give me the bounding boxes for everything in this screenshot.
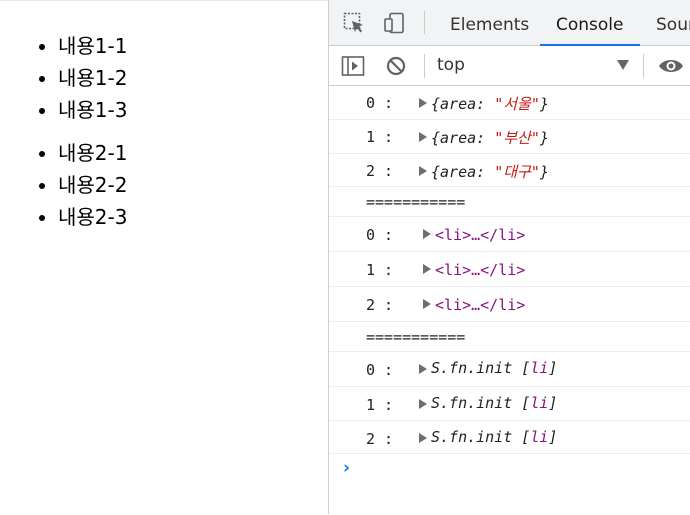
chevron-down-icon[interactable] [617,60,629,70]
jquery-object-preview[interactable]: S.fn.init [li] [431,394,557,412]
index-label: 2 : [366,162,394,180]
list-1: 내용1-1 내용1-2 내용1-3 [0,30,328,126]
console-row: =========== [329,322,690,352]
element-preview[interactable]: <li>…</li> [435,226,525,244]
console-row[interactable]: 0 : <li>…</li> [329,217,690,252]
expand-triangle-icon[interactable] [423,264,431,274]
index-label: 0 : [366,361,394,379]
devtools-tabbar: Elements Console Sour [329,0,690,46]
object-preview[interactable]: {area: "서울"} [431,93,549,114]
list-item: 내용2-2 [58,169,328,201]
console-toolbar: top [329,46,690,86]
inspect-element-icon[interactable] [343,12,365,34]
console-row[interactable]: 0 : {area: "서울"} [329,86,690,120]
console-row[interactable]: 2 : <li>…</li> [329,287,690,322]
tab-sources[interactable]: Sour [656,0,690,45]
tab-elements[interactable]: Elements [450,0,529,45]
console-prompt-icon: › [343,458,351,478]
toolbar-divider [424,11,425,34]
expand-triangle-icon[interactable] [419,364,427,374]
separator-text: =========== [366,193,466,211]
jquery-object-preview[interactable]: S.fn.init [li] [431,428,557,446]
toolbar-divider [424,54,425,78]
element-preview[interactable]: <li>…</li> [435,261,525,279]
console-output: 0 : {area: "서울"} 1 : {area: "부산"} 2 : {a… [329,86,690,484]
expand-triangle-icon[interactable] [419,132,427,142]
jquery-object-preview[interactable]: S.fn.init [li] [431,359,557,377]
console-row[interactable]: 0 : S.fn.init [li] [329,352,690,387]
web-page-viewport: 내용1-1 내용1-2 내용1-3 내용2-1 내용2-2 내용2-3 [0,0,328,515]
console-input-line[interactable]: › [329,454,690,484]
console-row[interactable]: 1 : {area: "부산"} [329,120,690,154]
list-item: 내용2-3 [58,201,328,233]
element-preview[interactable]: <li>…</li> [435,296,525,314]
device-toolbar-icon[interactable] [383,12,405,34]
list-item: 내용2-1 [58,137,328,169]
object-preview[interactable]: {area: "대구"} [431,161,549,182]
expand-triangle-icon[interactable] [419,433,427,443]
list-item: 내용1-2 [58,62,328,94]
object-preview[interactable]: {area: "부산"} [431,127,549,148]
index-label: 1 : [366,128,394,146]
list-2: 내용2-1 내용2-2 내용2-3 [0,137,328,233]
expand-triangle-icon[interactable] [419,166,427,176]
console-row: =========== [329,187,690,217]
console-row[interactable]: 1 : S.fn.init [li] [329,387,690,421]
expand-triangle-icon[interactable] [423,229,431,239]
expand-triangle-icon[interactable] [423,299,431,309]
console-row[interactable]: 2 : S.fn.init [li] [329,421,690,454]
live-expression-eye-icon[interactable] [657,56,685,78]
index-label: 1 : [366,261,394,279]
list-item: 내용1-3 [58,94,328,126]
separator-text: =========== [366,328,466,346]
index-label: 0 : [366,226,394,244]
console-row[interactable]: 2 : {area: "대구"} [329,154,690,187]
list-item: 내용1-1 [58,30,328,62]
index-label: 0 : [366,94,394,112]
index-label: 2 : [366,430,394,448]
expand-triangle-icon[interactable] [419,399,427,409]
toolbar-divider [643,54,644,78]
index-label: 2 : [366,296,394,314]
context-selector[interactable]: top [437,46,465,85]
clear-console-icon[interactable] [385,55,407,77]
index-label: 1 : [366,396,394,414]
tab-console[interactable]: Console [540,0,640,46]
devtools-panel: Elements Console Sour top [328,0,690,514]
show-sidebar-icon[interactable] [341,55,365,77]
console-row[interactable]: 1 : <li>…</li> [329,252,690,287]
expand-triangle-icon[interactable] [419,98,427,108]
